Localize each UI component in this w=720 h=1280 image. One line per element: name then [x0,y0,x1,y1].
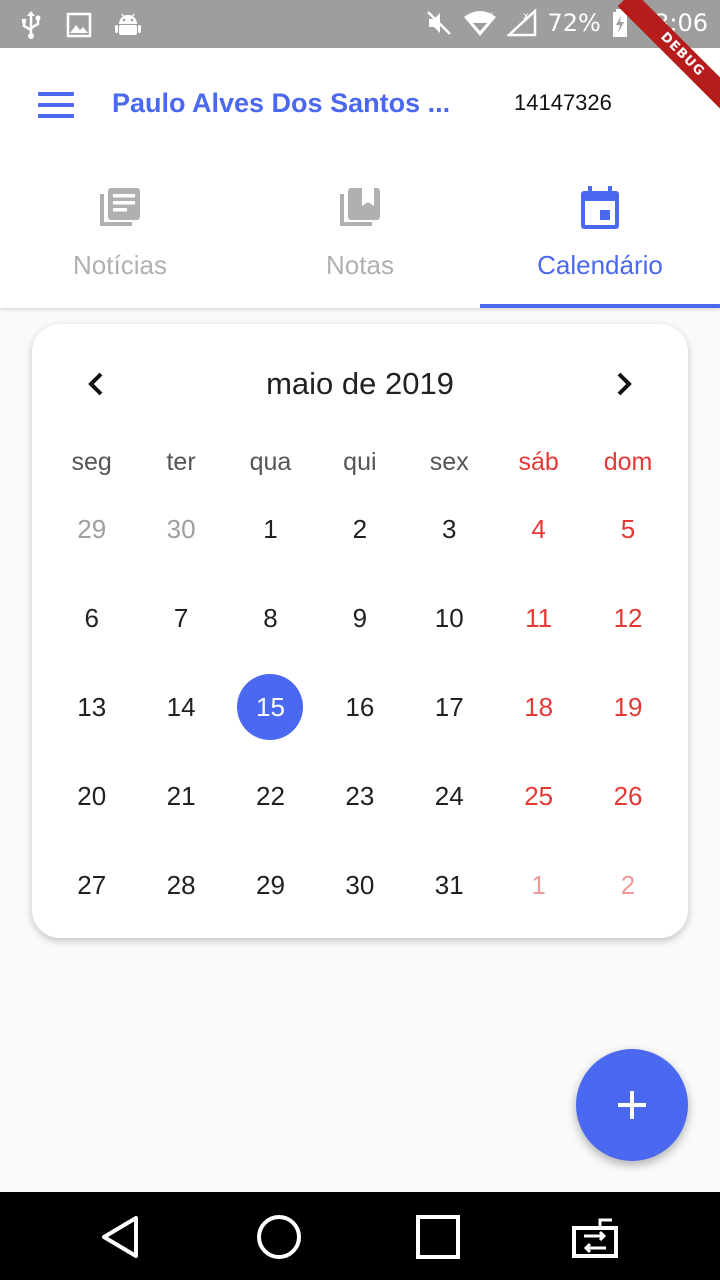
weekday-row: seg ter qua qui sex sáb dom [47,448,673,477]
news-icon [100,188,140,226]
status-bar: x x 72% 03:06 [0,0,720,48]
day-cell[interactable]: 30 [315,852,404,918]
day-cell[interactable]: 2 [583,852,672,918]
calendar-icon [581,186,619,229]
day-cell[interactable]: 22 [226,763,315,829]
week-row: 27 28 29 30 31 1 2 [47,852,673,941]
selected-day-cell[interactable]: 15 [226,674,315,740]
notes-icon [340,188,380,226]
tab-notas[interactable]: Notas [240,160,480,308]
day-cell[interactable]: 7 [136,585,225,651]
day-cell[interactable]: 1 [226,496,315,562]
menu-icon-bar [38,114,74,118]
home-icon[interactable] [254,1212,304,1262]
active-tab-indicator [480,304,720,308]
usb-icon [22,11,41,39]
day-cell[interactable]: 25 [494,763,583,829]
day-cell[interactable]: 2 [315,496,404,562]
app-bar: Paulo Alves Dos Santos ... 14147326 [0,48,720,160]
day-cell[interactable]: 4 [494,496,583,562]
week-row: 20 21 22 23 24 25 26 [47,763,673,852]
tab-noticias[interactable]: Notícias [0,160,240,308]
tab-label: Notícias [73,250,167,280]
day-cell[interactable]: 3 [405,496,494,562]
calendar-card: maio de 2019 seg ter qua qui sex sáb dom… [32,324,688,938]
user-id: 14147326 [514,90,612,115]
day-cell[interactable]: 31 [405,852,494,918]
system-nav-bar [0,1192,720,1280]
back-icon[interactable] [96,1212,146,1262]
day-cell[interactable]: 6 [47,585,136,651]
svg-text:x: x [487,10,493,21]
weekday-label: qui [343,448,377,476]
day-cell[interactable]: 24 [405,763,494,829]
month-title: maio de 2019 [266,366,454,401]
week-row: 6 7 8 9 10 11 12 [47,585,673,674]
day-cell[interactable]: 28 [136,852,225,918]
week-row: 29 30 1 2 3 4 5 [47,496,673,585]
wifi-icon: x [464,10,497,36]
day-cell[interactable]: 29 [47,496,136,562]
day-cell[interactable]: 11 [494,585,583,651]
tab-bar: Notícias Notas Calendário [0,160,720,308]
day-cell[interactable]: 9 [315,585,404,651]
day-cell[interactable]: 18 [494,674,583,740]
day-cell[interactable]: 26 [583,763,672,829]
day-cell[interactable]: 29 [226,852,315,918]
menu-icon-bar [38,92,74,96]
day-cell[interactable]: 12 [583,585,672,651]
day-cell[interactable]: 10 [405,585,494,651]
tab-label: Calendário [537,250,663,280]
day-cell[interactable]: 20 [47,763,136,829]
chevron-right-icon[interactable] [602,362,646,406]
mute-icon [427,11,452,35]
weekday-label: ter [166,448,196,476]
day-cell[interactable]: 16 [315,674,404,740]
day-cell[interactable]: 21 [136,763,225,829]
recents-icon[interactable] [413,1212,463,1262]
android-icon [115,13,141,35]
menu-button[interactable] [38,92,74,118]
day-cell[interactable]: 27 [47,852,136,918]
days-grid: 29 30 1 2 3 4 5 6 7 8 9 10 11 12 13 14 1… [47,496,673,941]
menu-icon-bar [38,103,74,107]
battery-percent: 72% [547,9,601,37]
week-row: 13 14 15 16 17 18 19 [47,674,673,763]
screen-rotate-icon[interactable] [570,1212,620,1262]
day-cell[interactable]: 17 [405,674,494,740]
weekday-label: qua [249,448,292,476]
weekday-label: sáb [518,448,559,476]
weekday-label: seg [71,448,112,476]
day-cell[interactable]: 8 [226,585,315,651]
plus-icon [630,1091,634,1119]
weekday-label: sex [429,448,469,476]
weekday-label: dom [603,448,653,476]
day-cell[interactable]: 1 [494,852,583,918]
day-cell[interactable]: 19 [583,674,672,740]
user-name: Paulo Alves Dos Santos ... [112,88,451,118]
day-cell[interactable]: 5 [583,496,672,562]
day-cell[interactable]: 30 [136,496,225,562]
day-cell[interactable]: 14 [136,674,225,740]
tab-calendario[interactable]: Calendário [480,160,720,308]
tab-label: Notas [326,250,394,280]
day-cell[interactable]: 23 [315,763,404,829]
calendar-header: maio de 2019 [32,358,688,408]
day-cell[interactable]: 13 [47,674,136,740]
signal-icon: x [507,9,537,37]
svg-text:x: x [523,11,529,22]
image-icon [66,12,92,38]
add-event-button[interactable] [576,1049,688,1161]
